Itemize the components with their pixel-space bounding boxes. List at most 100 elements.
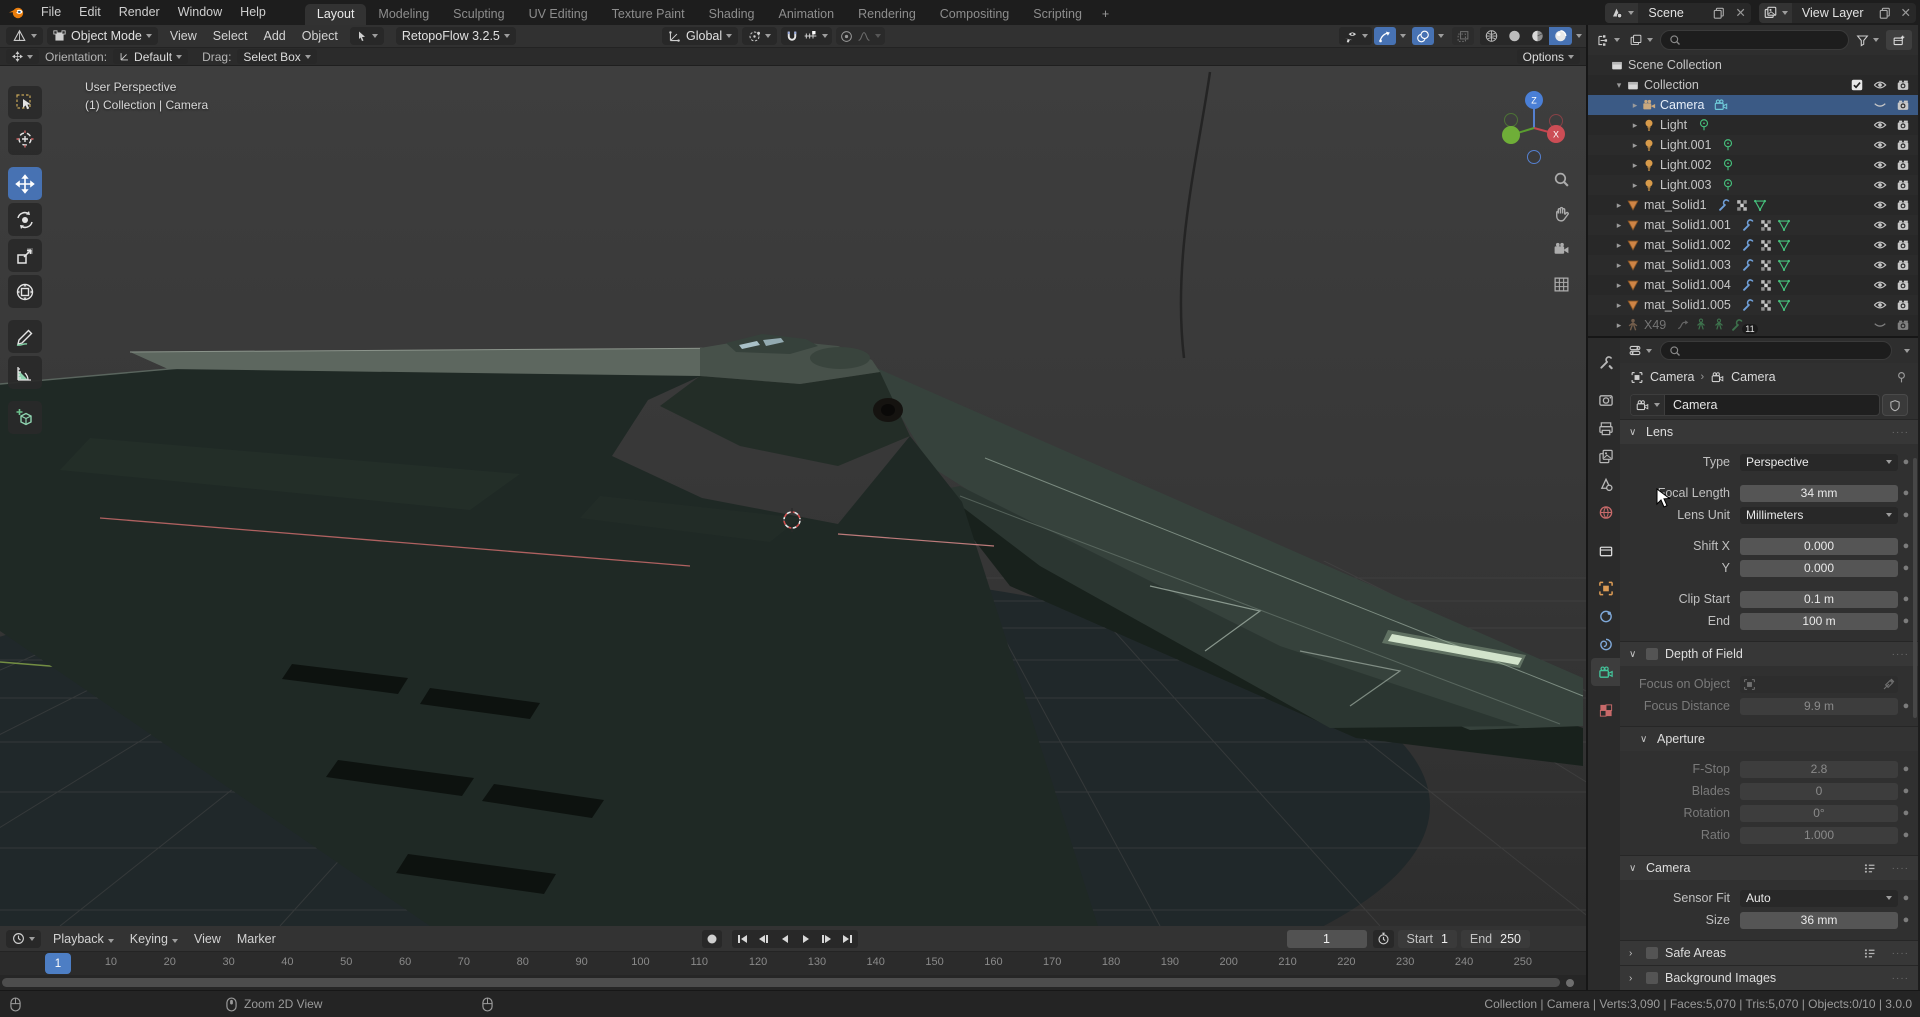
properties-tab-world[interactable] xyxy=(1591,498,1620,526)
outliner-item-label[interactable]: Light xyxy=(1660,118,1687,132)
tab-sculpting[interactable]: Sculpting xyxy=(441,4,516,25)
disable-render-icon[interactable] xyxy=(1896,118,1910,132)
panel-caret-icon[interactable]: › xyxy=(1629,973,1639,984)
tab-compositing[interactable]: Compositing xyxy=(928,4,1021,25)
tool-annotate[interactable] xyxy=(8,320,42,353)
eyedropper-icon[interactable] xyxy=(1882,678,1895,691)
material-icon[interactable] xyxy=(1759,278,1773,292)
property-value-slider[interactable]: 34 mm xyxy=(1740,485,1898,502)
panel-drag-handle[interactable]: ···· xyxy=(1892,427,1909,438)
animate-dot-icon[interactable]: ● xyxy=(1898,540,1914,552)
hide-viewport-icon[interactable] xyxy=(1873,118,1887,132)
outliner-item-label[interactable]: Light.001 xyxy=(1660,138,1711,152)
hide-viewport-icon[interactable] xyxy=(1873,158,1887,172)
mesh-data-icon[interactable] xyxy=(1753,198,1767,212)
mode-selector[interactable]: Object Mode xyxy=(47,27,158,45)
transform-orientation-dropdown[interactable]: Global xyxy=(662,27,738,45)
panel-header-aperture[interactable]: ∨Aperture xyxy=(1620,727,1918,751)
disable-render-icon[interactable] xyxy=(1896,98,1910,112)
disable-render-icon[interactable] xyxy=(1896,318,1910,332)
hide-viewport-icon[interactable] xyxy=(1873,138,1887,152)
property-object-picker[interactable] xyxy=(1740,676,1898,693)
viewport-menu-object[interactable]: Object xyxy=(294,29,346,43)
hide-viewport-icon[interactable] xyxy=(1873,198,1887,212)
play-button[interactable] xyxy=(795,930,816,948)
animate-dot-icon[interactable]: ● xyxy=(1898,892,1914,904)
fake-user-shield-button[interactable] xyxy=(1882,394,1908,416)
outliner-row-light-001[interactable]: ▸Light.001 xyxy=(1588,135,1918,155)
outliner-row-light[interactable]: ▸Light xyxy=(1588,115,1918,135)
view-layer-name[interactable]: View Layer xyxy=(1792,6,1874,20)
outliner-row-collection[interactable]: ▾Collection xyxy=(1588,75,1918,95)
properties-options-dropdown[interactable] xyxy=(1898,349,1912,353)
tab-modeling[interactable]: Modeling xyxy=(366,4,441,25)
toggle-ortho-icon[interactable] xyxy=(1548,271,1574,297)
menu-render[interactable]: Render xyxy=(110,0,169,25)
disable-render-icon[interactable] xyxy=(1896,158,1910,172)
tool-add-cube[interactable] xyxy=(8,401,42,434)
animate-dot-icon[interactable]: ● xyxy=(1898,562,1914,574)
property-value-slider[interactable]: 0° xyxy=(1740,805,1898,822)
timeline-menu-view[interactable]: View xyxy=(186,932,229,946)
viewport-menu-add[interactable]: Add xyxy=(256,29,294,43)
outliner-editor-type-button[interactable] xyxy=(1594,34,1622,47)
mesh-data-icon[interactable] xyxy=(1777,298,1791,312)
panel-header-background-images[interactable]: ›Background Images···· xyxy=(1620,966,1918,990)
panel-drag-handle[interactable]: ···· xyxy=(1892,863,1909,874)
property-dropdown[interactable]: Perspective xyxy=(1740,454,1898,471)
light-data-icon[interactable] xyxy=(1721,138,1735,152)
overlays-toggle[interactable] xyxy=(1412,27,1434,45)
pivot-point-dropdown[interactable] xyxy=(742,27,777,45)
add-workspace-button[interactable]: + xyxy=(1094,4,1117,25)
outliner-item-label[interactable]: Light.002 xyxy=(1660,158,1711,172)
snap-toggle-group[interactable] xyxy=(781,27,832,45)
timeline-menu-marker[interactable]: Marker xyxy=(229,932,284,946)
expand-arrow[interactable]: ▸ xyxy=(1612,280,1626,291)
disable-render-icon[interactable] xyxy=(1896,258,1910,272)
viewport-menu-select[interactable]: Select xyxy=(205,29,256,43)
menu-help[interactable]: Help xyxy=(231,0,275,25)
tool-move[interactable] xyxy=(8,167,42,200)
object-visibility-dropdown[interactable] xyxy=(1339,27,1372,45)
property-value-slider[interactable]: 100 m xyxy=(1740,613,1898,630)
hide-viewport-icon[interactable] xyxy=(1873,258,1887,272)
outliner-item-label[interactable]: mat_Solid1.005 xyxy=(1644,298,1731,312)
camera-view-icon[interactable] xyxy=(1548,236,1574,262)
properties-tab-camera-data[interactable] xyxy=(1591,658,1620,686)
expand-arrow[interactable]: ▸ xyxy=(1612,220,1626,231)
new-collection-button[interactable] xyxy=(1886,30,1912,50)
expand-arrow[interactable]: ▸ xyxy=(1628,160,1642,171)
properties-tab-texture[interactable] xyxy=(1591,696,1620,724)
tool-rotate[interactable] xyxy=(8,203,42,236)
expand-arrow[interactable]: ▸ xyxy=(1628,100,1642,111)
animate-dot-icon[interactable]: ● xyxy=(1898,487,1914,499)
property-dropdown[interactable]: Millimeters xyxy=(1740,507,1898,524)
material-icon[interactable] xyxy=(1735,198,1749,212)
outliner-item-label[interactable]: Scene Collection xyxy=(1628,58,1722,72)
pose-icon[interactable] xyxy=(1694,318,1708,332)
panel-caret-icon[interactable]: › xyxy=(1629,948,1639,959)
material-icon[interactable] xyxy=(1759,258,1773,272)
disable-render-icon[interactable] xyxy=(1896,138,1910,152)
tab-uv-editing[interactable]: UV Editing xyxy=(517,4,600,25)
scene-selector[interactable]: Scene ✕ xyxy=(1605,3,1750,23)
timeline-scrollbar-thumb[interactable] xyxy=(2,978,1560,987)
tool-measure[interactable] xyxy=(8,356,42,389)
mesh-data-icon[interactable] xyxy=(1777,238,1791,252)
properties-tab-collection[interactable] xyxy=(1591,536,1620,564)
frame-start-field[interactable]: Start1 xyxy=(1398,930,1457,948)
animate-dot-icon[interactable]: ● xyxy=(1898,914,1914,926)
animate-dot-icon[interactable]: ● xyxy=(1898,615,1914,627)
scene-copy-icon[interactable] xyxy=(1708,7,1730,19)
jump-to-end-button[interactable] xyxy=(837,930,858,948)
property-dropdown[interactable]: Auto xyxy=(1740,890,1898,907)
hidden-viewport-icon[interactable] xyxy=(1873,318,1887,332)
panel-caret-icon[interactable]: ∨ xyxy=(1629,427,1639,438)
jump-to-start-button[interactable] xyxy=(732,930,753,948)
viewport-3d[interactable]: User Perspective (1) Collection | Camera… xyxy=(0,66,1586,926)
outliner-row-light-002[interactable]: ▸ Light.002 xyxy=(1588,155,1918,175)
outliner-row-light-003[interactable]: ▸Light.003 xyxy=(1588,175,1918,195)
shading-material-button[interactable] xyxy=(1526,27,1549,45)
outliner-item-label[interactable]: mat_Solid1 xyxy=(1644,198,1707,212)
outliner-row-mat-solid1-003[interactable]: ▸mat_Solid1.003 xyxy=(1588,255,1918,275)
